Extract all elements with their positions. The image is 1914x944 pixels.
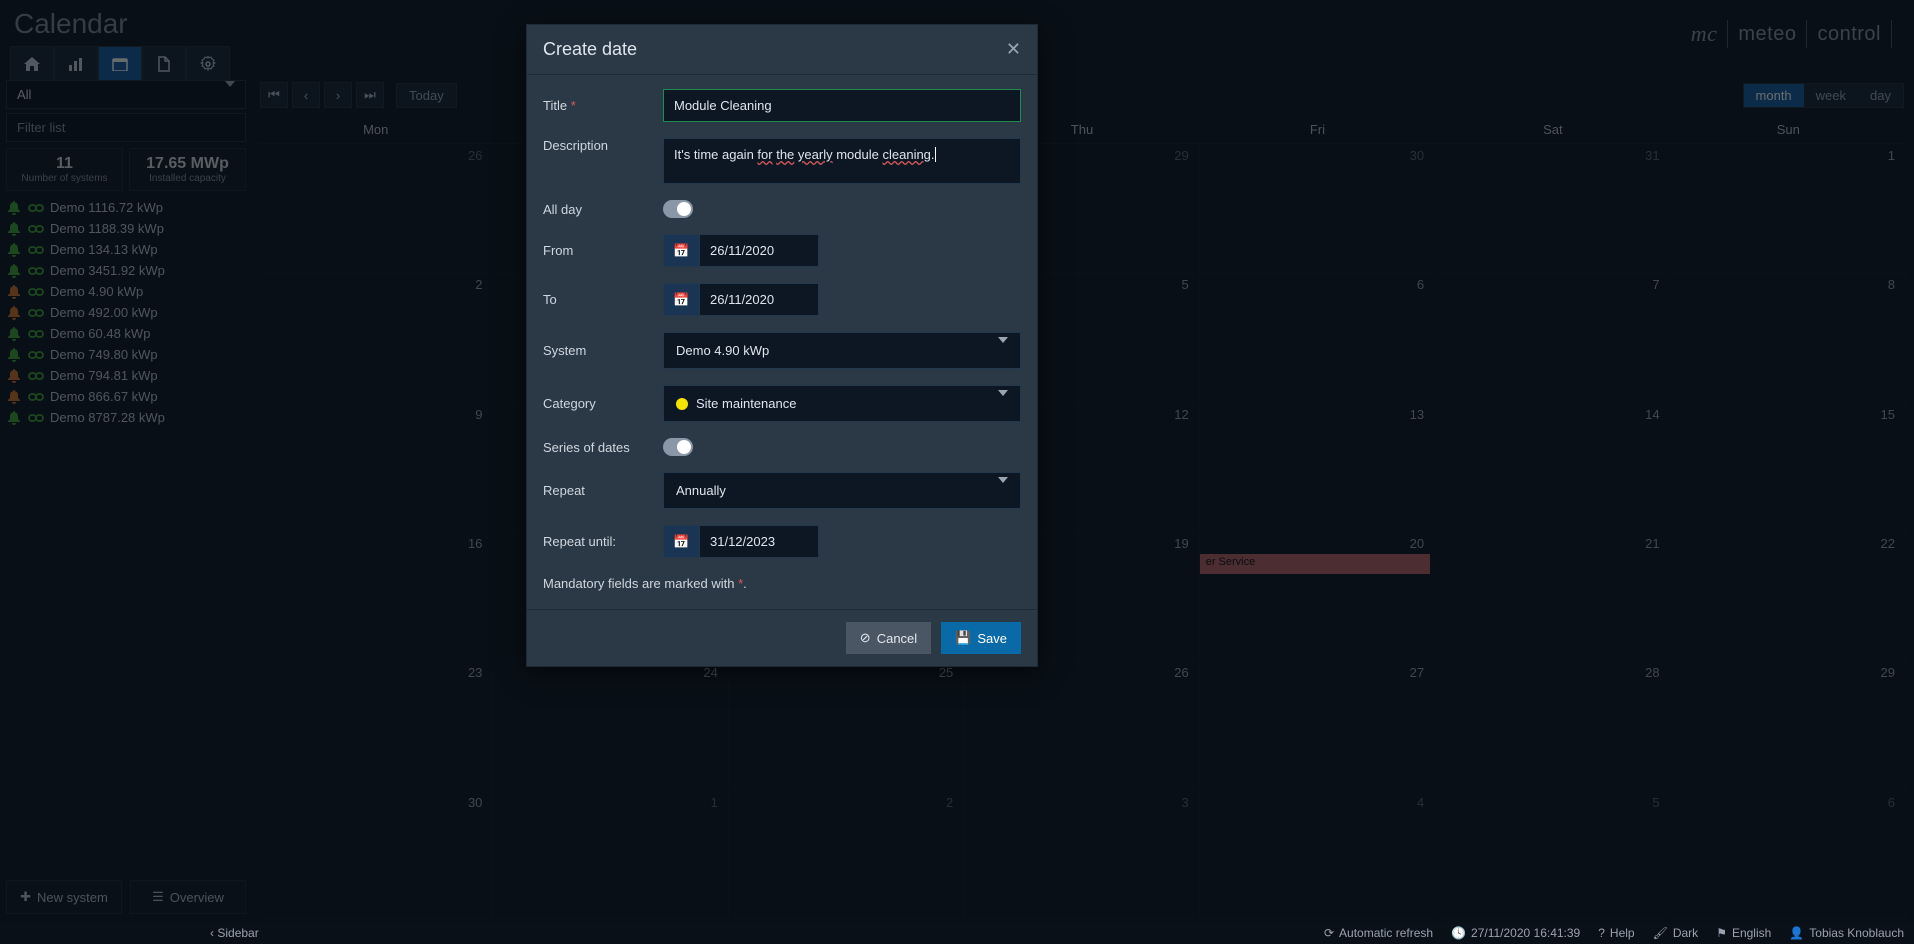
chevron-down-icon	[998, 343, 1008, 358]
cancel-button[interactable]: ⊘ Cancel	[846, 622, 931, 654]
chevron-down-icon	[998, 483, 1008, 498]
repeat-until-label: Repeat until:	[543, 534, 663, 549]
save-icon: 💾	[955, 630, 971, 646]
modal-title: Create date	[543, 39, 637, 60]
from-date-picker-button[interactable]: 📅	[663, 234, 699, 267]
brush-icon: 🖌	[1653, 926, 1668, 940]
to-label: To	[543, 292, 663, 307]
to-date-input[interactable]: 26/11/2020	[699, 283, 819, 316]
series-label: Series of dates	[543, 440, 663, 455]
close-button[interactable]: ✕	[1006, 39, 1021, 60]
to-date-picker-button[interactable]: 📅	[663, 283, 699, 316]
repeat-select[interactable]: Annually	[663, 472, 1021, 509]
from-date-input[interactable]: 26/11/2020	[699, 234, 819, 267]
until-date-input[interactable]: 31/12/2023	[699, 525, 819, 558]
allday-toggle[interactable]	[663, 200, 693, 218]
chevron-left-icon: ‹	[210, 926, 214, 940]
series-toggle[interactable]	[663, 438, 693, 456]
save-label: Save	[977, 631, 1007, 646]
category-dot-icon	[676, 398, 688, 410]
user-icon: 👤	[1789, 926, 1804, 940]
allday-label: All day	[543, 202, 663, 217]
sidebar-toggle[interactable]: ‹ Sidebar	[210, 926, 259, 940]
close-icon: ✕	[1006, 39, 1021, 59]
clock-icon: 🕓	[1451, 926, 1466, 940]
help-icon: ?	[1598, 926, 1605, 940]
calendar-icon: 📅	[673, 534, 689, 550]
category-select[interactable]: Site maintenance	[663, 385, 1021, 422]
calendar-icon: 📅	[673, 243, 689, 259]
title-input[interactable]	[663, 89, 1021, 122]
cancel-label: Cancel	[877, 631, 917, 646]
chevron-down-icon	[998, 396, 1008, 411]
until-date-picker-button[interactable]: 📅	[663, 525, 699, 558]
flag-icon: ⚑	[1716, 926, 1727, 940]
description-input[interactable]: It's time again for the yearly module cl…	[663, 138, 1021, 184]
calendar-icon: 📅	[673, 292, 689, 308]
title-label: Title *	[543, 98, 663, 113]
repeat-value: Annually	[676, 483, 726, 498]
datetime-status: 🕓 27/11/2020 16:41:39	[1451, 926, 1580, 940]
save-button[interactable]: 💾 Save	[941, 622, 1021, 654]
system-select[interactable]: Demo 4.90 kWp	[663, 332, 1021, 369]
language-select[interactable]: ⚑ English	[1716, 926, 1771, 940]
refresh-icon: ⟳	[1324, 926, 1334, 940]
create-date-modal: Create date ✕ Title * Description It's t…	[526, 24, 1038, 667]
help-link[interactable]: ? Help	[1598, 926, 1634, 940]
category-label: Category	[543, 396, 663, 411]
category-value: Site maintenance	[696, 396, 796, 411]
user-menu[interactable]: 👤 Tobias Knoblauch	[1789, 926, 1904, 940]
system-value: Demo 4.90 kWp	[676, 343, 769, 358]
description-label: Description	[543, 138, 663, 153]
sidebar-toggle-label: Sidebar	[217, 926, 258, 940]
auto-refresh-status[interactable]: ⟳ Automatic refresh	[1324, 926, 1433, 940]
system-label: System	[543, 343, 663, 358]
repeat-label: Repeat	[543, 483, 663, 498]
mandatory-note: Mandatory fields are marked with *.	[543, 574, 1021, 601]
from-label: From	[543, 243, 663, 258]
theme-toggle[interactable]: 🖌 Dark	[1653, 926, 1699, 940]
cancel-icon: ⊘	[860, 630, 871, 646]
